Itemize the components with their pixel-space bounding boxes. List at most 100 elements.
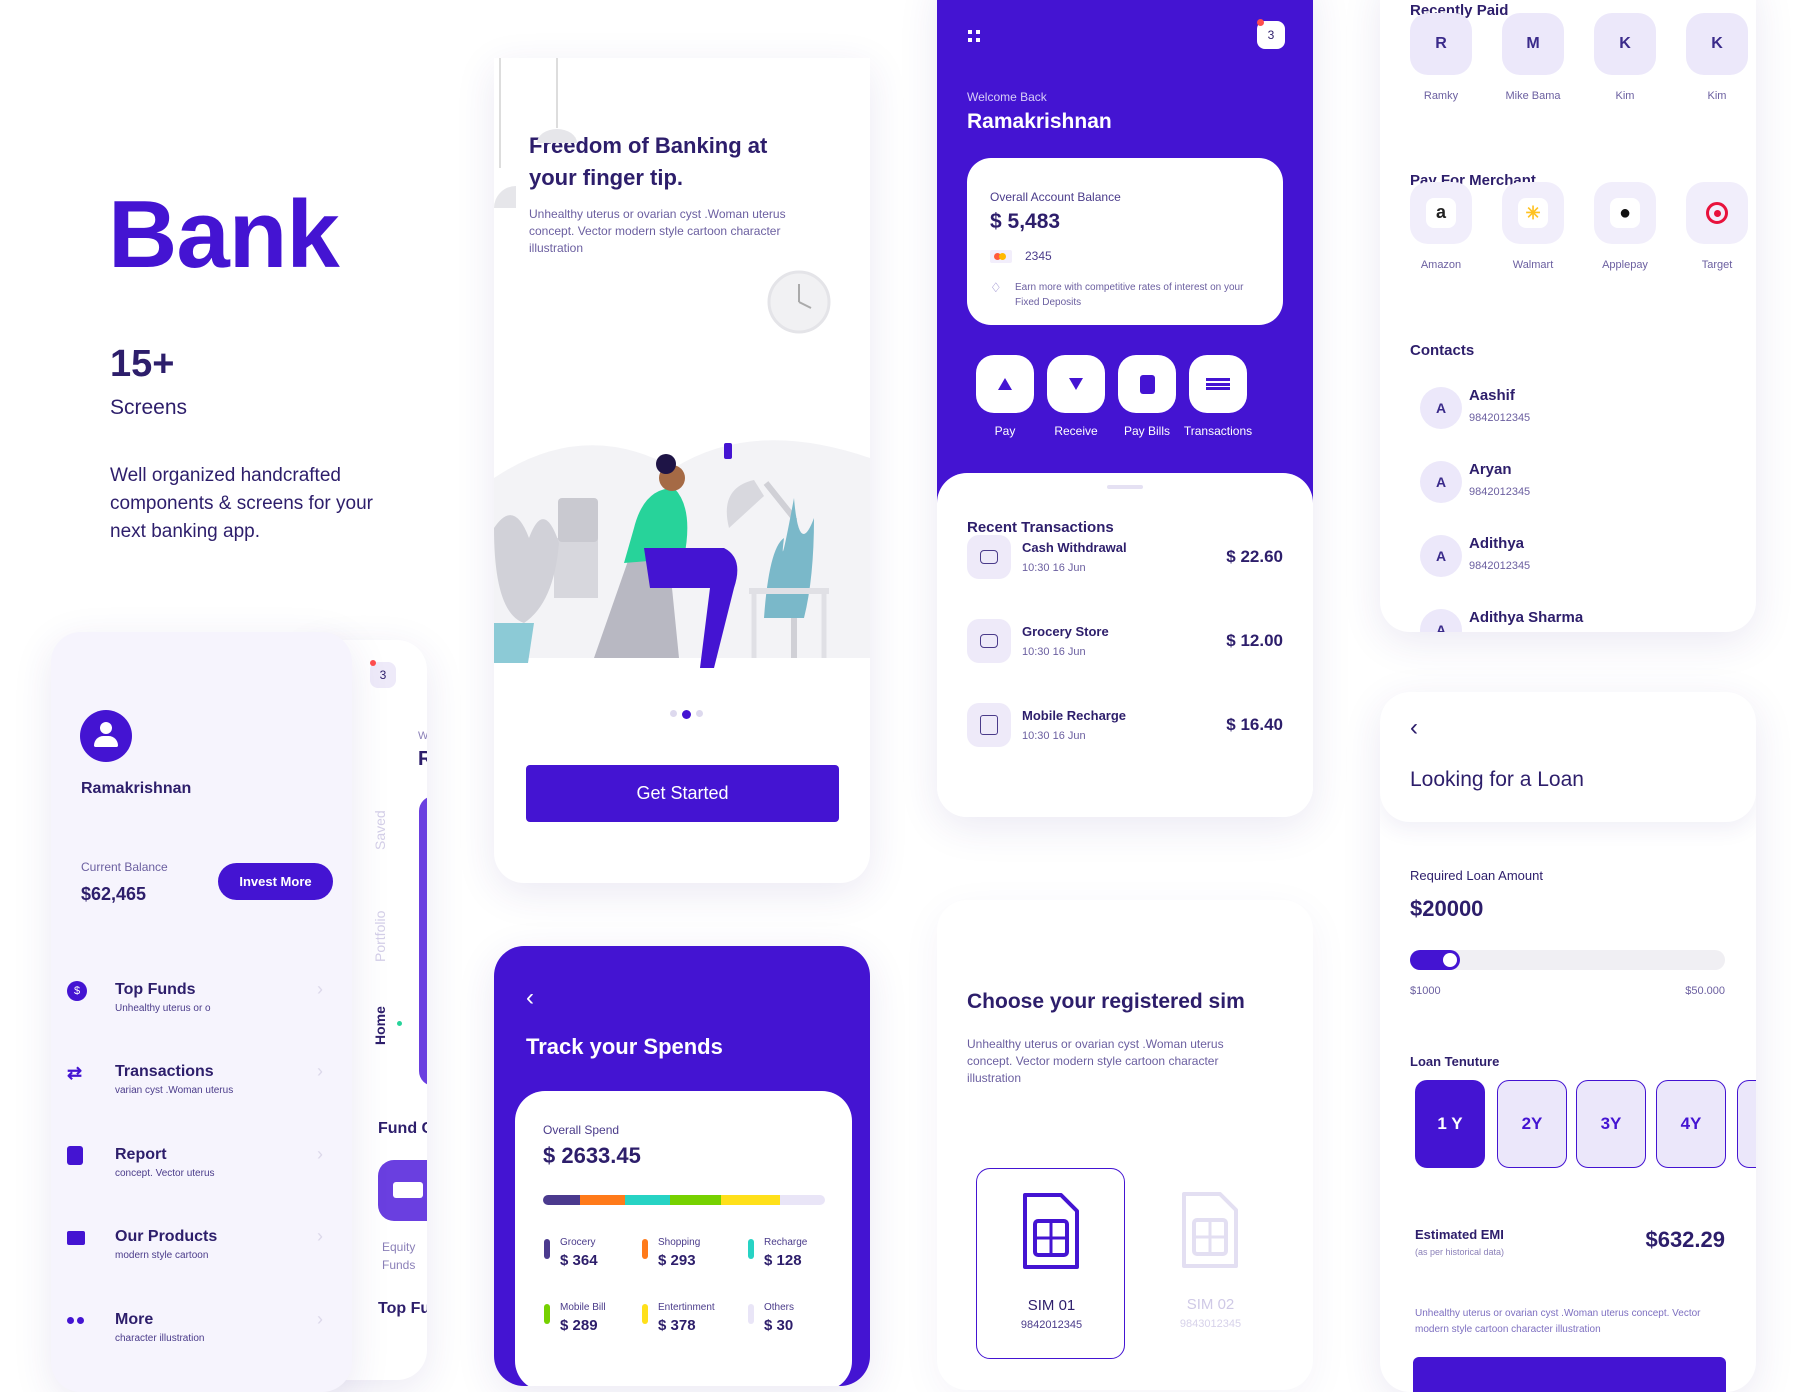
merchant-amazon[interactable]: a (1410, 182, 1472, 244)
category-label: Shopping (658, 1237, 701, 1248)
user-name: R (418, 748, 427, 770)
pay-button[interactable] (976, 355, 1034, 413)
contact-item[interactable]: A Adithya Sharma (1380, 609, 1756, 632)
menu-item-more[interactable]: More character illustration › (51, 1309, 352, 1361)
target-icon (1706, 202, 1728, 224)
overall-spend-value: $ 2633.45 (543, 1143, 641, 1168)
banking-illustration (494, 58, 870, 668)
menu-item-top-funds[interactable]: $ Top Funds Unhealthy uterus or o › (51, 979, 352, 1031)
category-swatch (748, 1304, 754, 1324)
apple-icon: ● (1610, 198, 1640, 228)
back-chevron-icon[interactable]: ‹ (1410, 714, 1418, 742)
recent-payee-avatar[interactable]: K (1594, 13, 1656, 75)
emi-note: (as per historical data) (1415, 1247, 1505, 1257)
transactions-button[interactable] (1189, 355, 1247, 413)
merchant-name: Walmart (1512, 259, 1554, 271)
balance-card[interactable]: Overall Account Balance $ 5,483 2345 ♢ E… (967, 158, 1283, 325)
tenure-option[interactable] (1737, 1080, 1756, 1168)
invest-more-button[interactable]: Invest More (218, 863, 333, 900)
chevron-right-icon: › (317, 1309, 323, 1329)
equity-funds-tile[interactable] (378, 1160, 427, 1221)
back-chevron-icon[interactable]: ‹ (526, 984, 534, 1012)
category-label: Entertinment (658, 1302, 715, 1313)
get-started-button[interactable]: Get Started (526, 765, 839, 822)
fd-tip: Earn more with competitive rates of inte… (1015, 282, 1244, 308)
sim-option[interactable]: SIM 02 9843012345 (1136, 1168, 1285, 1359)
merchant-target[interactable] (1686, 182, 1748, 244)
intro-description: Well organized handcrafted components & … (110, 465, 373, 542)
contact-name: Aryan (1469, 461, 1512, 478)
tenure-option[interactable]: 2Y (1497, 1080, 1567, 1168)
contact-item[interactable]: A Aryan 9842012345 (1380, 461, 1756, 511)
merchant-walmart[interactable]: ✳ (1502, 182, 1564, 244)
contact-item[interactable]: A Aashif 9842012345 (1380, 387, 1756, 437)
contact-name: Adithya Sharma (1469, 609, 1584, 626)
drag-handle[interactable] (1107, 485, 1143, 489)
welcome-text: W (418, 730, 427, 742)
menu-item-title: More (115, 1311, 154, 1328)
sim-card-icon (1023, 1193, 1079, 1269)
tenure-option[interactable]: 3Y (1576, 1080, 1646, 1168)
category-value: $ 378 (658, 1317, 696, 1334)
transaction-time: 10:30 16 Jun (1022, 562, 1086, 574)
transaction-row[interactable]: Mobile Recharge 10:30 16 Jun $ 16.40 (937, 703, 1313, 753)
tab-saved[interactable]: Saved (372, 810, 388, 850)
phone-icon (967, 703, 1011, 747)
merchant-name: Applepay (1602, 259, 1648, 271)
walmart-icon: ✳ (1518, 198, 1548, 228)
page-dot[interactable] (670, 710, 677, 717)
menu-item-title: Our Products (115, 1228, 218, 1245)
transaction-row[interactable]: Grocery Store 10:30 16 Jun $ 12.00 (937, 619, 1313, 669)
tenure-option[interactable]: 4Y (1656, 1080, 1726, 1168)
apply-loan-button[interactable] (1413, 1357, 1726, 1392)
menu-item-report[interactable]: Report concept. Vector uterus › (51, 1144, 352, 1196)
portfolio-card[interactable] (419, 796, 427, 1086)
recent-payee-avatar[interactable]: R (1410, 13, 1472, 75)
recent-payee-avatar[interactable]: M (1502, 13, 1564, 75)
loan-description: Unhealthy uterus or ovarian cyst .Woman … (1415, 1308, 1701, 1335)
contact-item[interactable]: A Adithya 9842012345 (1380, 535, 1756, 585)
transaction-row[interactable]: Cash Withdrawal 10:30 16 Jun $ 22.60 (937, 535, 1313, 585)
menu-item-transactions[interactable]: ⇄ Transactions varian cyst .Woman uterus… (51, 1061, 352, 1113)
page-dot[interactable] (682, 710, 691, 719)
sim-option[interactable]: SIM 01 9842012345 (976, 1168, 1125, 1359)
tab-portfolio[interactable]: Portfolio (372, 911, 388, 962)
recent-payee-name: Ramky (1423, 90, 1459, 102)
bill-icon (1139, 374, 1155, 394)
contacts-title: Contacts (1410, 342, 1475, 359)
page-dot[interactable] (696, 710, 703, 717)
swap-arrows-icon: ⇄ (67, 1063, 83, 1083)
menu-item-our-products[interactable]: Our Products modern style cartoon › (51, 1226, 352, 1278)
onboarding-screen: Freedom of Banking at your finger tip. U… (494, 58, 870, 883)
pay-bills-button[interactable] (1118, 355, 1176, 413)
loan-amount-value: $20000 (1410, 896, 1484, 921)
merchant-applepay[interactable]: ● (1594, 182, 1656, 244)
notification-badge[interactable]: 3 (370, 662, 396, 688)
menu-item-title: Top Funds (115, 981, 196, 998)
tab-home[interactable]: Home (372, 1006, 388, 1045)
contact-avatar: A (1420, 609, 1462, 632)
transaction-time: 10:30 16 Jun (1022, 646, 1086, 658)
receive-button[interactable] (1047, 355, 1105, 413)
menu-item-subtitle: character illustration (115, 1333, 205, 1344)
menu-item-subtitle: Unhealthy uterus or o (115, 1003, 211, 1014)
overall-spend-label: Overall Spend (543, 1123, 620, 1137)
spend-segment (624, 1195, 670, 1205)
transaction-amount: $ 16.40 (1226, 715, 1283, 734)
avatar[interactable] (80, 710, 132, 762)
category-swatch (748, 1239, 754, 1259)
tenure-label: Loan Tenuture (1410, 1054, 1500, 1069)
loan-amount-slider[interactable] (1410, 950, 1725, 970)
notification-dot (1257, 19, 1264, 26)
category-swatch (544, 1304, 550, 1324)
recent-payee-avatar[interactable]: K (1686, 13, 1748, 75)
grid-menu-icon[interactable] (968, 30, 980, 42)
recent-payee-name: Kim (1707, 90, 1727, 102)
loan-title: Looking for a Loan (1410, 768, 1584, 791)
screen-count: 15+ (110, 343, 175, 385)
sim-selection-screen: Choose your registered sim Unhealthy ute… (937, 900, 1313, 1390)
tenure-option[interactable]: 1 Y (1415, 1080, 1485, 1168)
spend-segment (543, 1195, 580, 1205)
spend-tracker-screen: ‹ Track your Spends Overall Spend $ 2633… (494, 946, 870, 1386)
equity-funds-label: Equity Funds (382, 1240, 416, 1272)
